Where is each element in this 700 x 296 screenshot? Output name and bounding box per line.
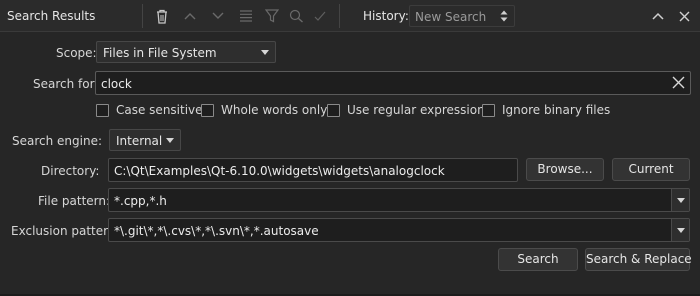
toolbar-separator (339, 4, 340, 28)
updown-arrows-icon (500, 9, 508, 26)
regex-checkbox[interactable]: Use regular expressions (327, 102, 491, 118)
checkbox-box[interactable] (327, 103, 340, 117)
filter-icon[interactable] (263, 7, 281, 25)
chevron-up-icon[interactable] (649, 7, 667, 25)
history-value: New Search (415, 10, 487, 24)
search-for-label: Search for: (33, 77, 99, 91)
ignore-binary-label: Ignore binary files (502, 103, 611, 117)
search-results-toolbar: Search Results History: New Search (0, 0, 700, 32)
close-icon[interactable] (675, 7, 693, 25)
directory-input[interactable]: C:\Qt\Examples\Qt-6.10.0\widgets\widgets… (108, 158, 518, 182)
expand-down-icon[interactable] (209, 7, 227, 25)
exclusion-pattern-label: Exclusion pattern: (11, 224, 120, 238)
browse-button[interactable]: Browse... (526, 158, 604, 181)
panel-title: Search Results (7, 9, 96, 23)
regex-label: Use regular expressions (347, 103, 491, 117)
caret-down-icon (677, 198, 685, 203)
checkbox-box[interactable] (482, 103, 495, 117)
checkbox-box[interactable] (201, 103, 214, 117)
file-pattern-label: File pattern: (38, 194, 111, 208)
exclusion-pattern-dropdown-button[interactable] (671, 219, 689, 241)
ignore-binary-checkbox[interactable]: Ignore binary files (482, 102, 610, 118)
toolbar-separator (142, 4, 143, 28)
caret-down-icon (261, 50, 269, 55)
current-button[interactable]: Current (612, 158, 690, 181)
search-button[interactable]: Search (498, 248, 578, 271)
search-input-value: clock (101, 77, 132, 91)
scope-label: Scope: (56, 46, 97, 60)
clear-icon[interactable] (672, 76, 685, 92)
file-pattern-dropdown-button[interactable] (671, 189, 689, 211)
list-icon[interactable] (237, 7, 255, 25)
file-pattern-combo[interactable]: *.cpp,*.h (108, 188, 690, 212)
search-engine-value: Internal (116, 134, 163, 148)
directory-label: Directory: (41, 164, 100, 178)
search-engine-label: Search engine: (12, 134, 103, 148)
check-icon[interactable] (311, 7, 329, 25)
whole-words-label: Whole words only (221, 103, 328, 117)
scope-select[interactable]: Files in File System (96, 41, 276, 63)
case-sensitive-checkbox[interactable]: Case sensitive (96, 102, 203, 118)
history-select[interactable]: New Search (409, 5, 515, 27)
exclusion-pattern-combo[interactable]: *\.git\*,*\.cvs\*,*\.svn\*,*.autosave (108, 218, 690, 242)
search-engine-select[interactable]: Internal (109, 129, 181, 151)
trash-icon[interactable] (153, 7, 171, 25)
collapse-up-icon[interactable] (181, 7, 199, 25)
case-sensitive-label: Case sensitive (116, 103, 203, 117)
search-input[interactable]: clock (95, 71, 691, 95)
caret-down-icon (677, 228, 685, 233)
exclusion-pattern-value: *\.git\*,*\.cvs\*,*\.svn\*,*.autosave (114, 224, 319, 238)
replace-icon[interactable] (287, 7, 305, 25)
directory-value: C:\Qt\Examples\Qt-6.10.0\widgets\widgets… (114, 164, 445, 178)
checkbox-box[interactable] (96, 103, 109, 117)
whole-words-checkbox[interactable]: Whole words only (201, 102, 327, 118)
file-pattern-value: *.cpp,*.h (114, 194, 167, 208)
search-replace-button[interactable]: Search & Replace (585, 248, 692, 271)
scope-value: Files in File System (103, 46, 217, 60)
caret-down-icon (166, 138, 174, 143)
history-label: History: (363, 9, 409, 23)
